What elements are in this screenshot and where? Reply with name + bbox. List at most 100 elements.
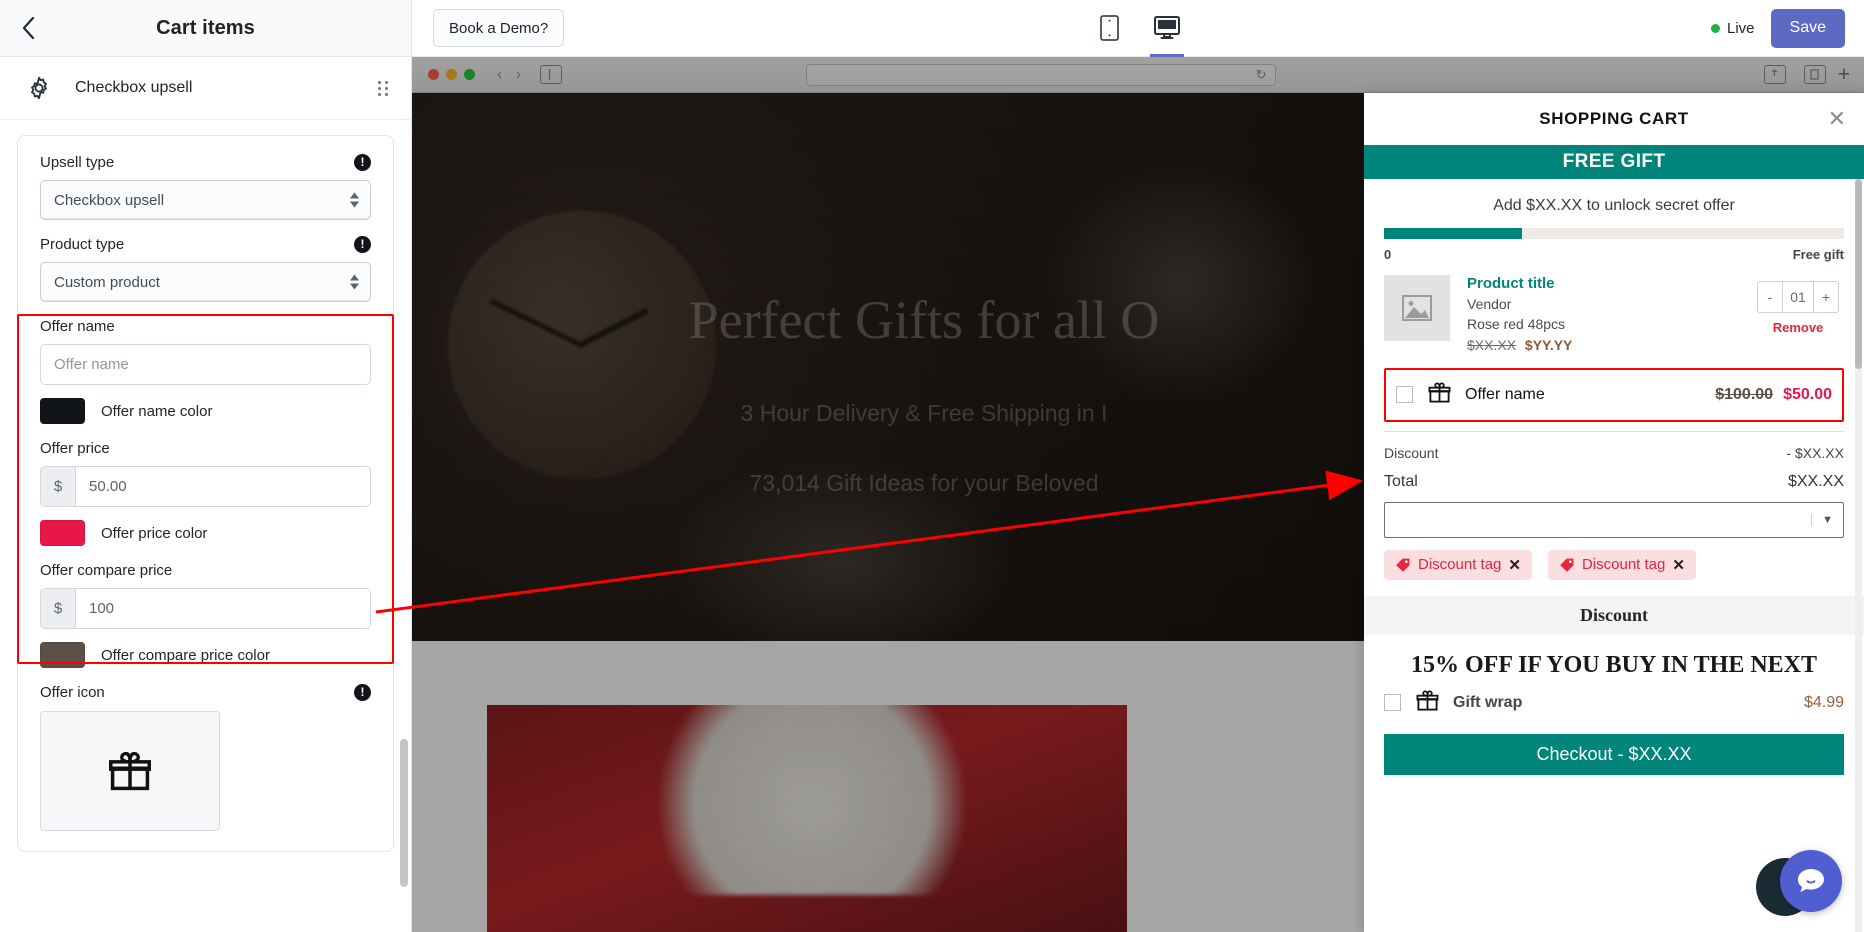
sidebar-toggle-icon[interactable]: [540, 65, 562, 84]
offer-price-input[interactable]: $ 50.00: [40, 466, 371, 507]
cart-header: SHOPPING CART ✕: [1364, 93, 1864, 145]
status-label: Live: [1727, 19, 1755, 37]
info-icon-upsell-type[interactable]: !: [354, 154, 371, 171]
product-type-select[interactable]: Custom product: [40, 262, 371, 302]
currency-prefix: $: [41, 589, 76, 628]
desktop-icon: [1154, 16, 1180, 39]
cart-title: SHOPPING CART: [1539, 109, 1689, 128]
browser-nav: ‹ ›: [497, 66, 521, 83]
close-icon[interactable]: ✕: [1828, 108, 1846, 130]
product-title[interactable]: Product title: [1467, 275, 1752, 292]
product-info: Product title Vendor Rose red 48pcs $XX.…: [1450, 275, 1752, 353]
info-icon-offer-icon[interactable]: !: [354, 684, 371, 701]
progress-fill: [1384, 228, 1522, 239]
cart-content: Add $XX.XX to unlock secret offer 0 Free…: [1364, 179, 1864, 580]
field-upsell-type: Upsell type ! Checkbox upsell: [40, 154, 371, 220]
offer-compare-price-input[interactable]: $ 100: [40, 588, 371, 629]
upsell-type-select[interactable]: Checkbox upsell: [40, 180, 371, 220]
info-icon-product-type[interactable]: !: [354, 236, 371, 253]
minimize-window-icon[interactable]: [446, 69, 457, 80]
free-gift-progress-bar: [1384, 228, 1844, 239]
product-vendor: Vendor: [1467, 296, 1512, 312]
gift-wrap-row[interactable]: Gift wrap $4.99: [1384, 679, 1844, 717]
gear-icon: [31, 76, 47, 100]
row-offer-compare-price-color: Offer compare price color: [40, 642, 371, 668]
desktop-view-button[interactable]: [1145, 0, 1189, 57]
discount-summary-row: Discount - $XX.XX: [1384, 432, 1844, 461]
upsell-type-value: Checkbox upsell: [54, 191, 165, 209]
address-bar[interactable]: ↻: [805, 63, 1276, 86]
field-label-upsell-type: Upsell type !: [40, 154, 371, 171]
book-demo-button[interactable]: Book a Demo?: [433, 9, 565, 47]
app-root: Cart items Checkbox upsell Upsell type !: [0, 0, 1864, 932]
offer-name-color-swatch[interactable]: [40, 398, 85, 424]
free-gift-banner: FREE GIFT: [1364, 145, 1864, 179]
chat-widget-button[interactable]: [1780, 850, 1842, 912]
browser-back-icon[interactable]: ‹: [497, 66, 502, 83]
tag-icon: [1560, 558, 1574, 572]
field-label-offer-name: Offer name: [40, 318, 371, 335]
offer-price-color-label: Offer price color: [101, 524, 208, 542]
discount-tag-chip[interactable]: Discount tag ✕: [1384, 549, 1532, 580]
quantity-decrease-button[interactable]: -: [1758, 282, 1782, 312]
field-label-product-type: Product type !: [40, 236, 371, 253]
quantity-increase-button[interactable]: +: [1814, 282, 1838, 312]
remove-tag-icon[interactable]: ✕: [1672, 556, 1685, 574]
currency-prefix: $: [41, 467, 76, 506]
drag-handle-icon[interactable]: [378, 80, 389, 96]
gift-wrap-checkbox[interactable]: [1384, 694, 1401, 712]
total-summary-row: Total $XX.XX: [1384, 461, 1844, 491]
new-tab-button[interactable]: +: [1834, 63, 1854, 87]
progress-start-label: 0: [1384, 247, 1392, 262]
offer-name-input[interactable]: Offer name: [40, 344, 371, 385]
page-title: Cart items: [156, 16, 255, 39]
close-window-icon[interactable]: [428, 69, 439, 80]
share-icon[interactable]: [1763, 65, 1786, 84]
row-offer-name-color: Offer name color: [40, 398, 371, 424]
cart-scrollbar[interactable]: [1855, 179, 1862, 932]
offer-price-color-swatch[interactable]: [40, 520, 85, 546]
offer-compare-price-value: 100: [89, 600, 115, 617]
maximize-window-icon[interactable]: [464, 69, 475, 80]
quantity-value[interactable]: 01: [1782, 282, 1814, 312]
status-dot-icon: [1711, 23, 1720, 33]
offer-compare-price-color-swatch[interactable]: [40, 642, 85, 668]
sidebar-scrollbar[interactable]: [400, 121, 408, 932]
browser-forward-icon[interactable]: ›: [516, 66, 521, 83]
block-row-checkbox-upsell[interactable]: Checkbox upsell: [0, 57, 411, 120]
top-toolbar: Book a Demo? Live Save: [412, 0, 1864, 57]
topbar-right-group: Live Save: [1711, 8, 1864, 48]
sidebar-scrollbar-thumb[interactable]: [400, 739, 408, 887]
upsell-checkbox[interactable]: [1396, 386, 1413, 404]
tabs-icon[interactable]: [1803, 65, 1826, 84]
offer-icon-preview[interactable]: [40, 711, 220, 831]
discount-tag-label: Discount tag: [1418, 556, 1502, 574]
settings-card: Upsell type ! Checkbox upsell Product ty…: [17, 135, 394, 852]
discount-label: Discount: [1384, 444, 1439, 461]
label-text: Upsell type: [40, 154, 115, 171]
discount-value: - $XX.XX: [1786, 444, 1844, 461]
cart-scrollbar-thumb[interactable]: [1855, 179, 1862, 369]
hero-section: Perfect Gifts for all O 3 Hour Delivery …: [412, 93, 1436, 641]
discount-section-body: 15% OFF IF YOU BUY IN THE NEXT Gift wrap…: [1364, 652, 1864, 775]
label-text: Offer price: [40, 440, 110, 457]
promo-headline: 15% OFF IF YOU BUY IN THE NEXT: [1410, 651, 1818, 678]
reload-icon[interactable]: ↻: [1256, 67, 1267, 83]
checkbox-upsell-row[interactable]: Offer name $100.00 $50.00: [1384, 367, 1844, 422]
discount-tag-list: Discount tag ✕ Discount tag ✕: [1384, 549, 1844, 580]
quantity-stepper[interactable]: - 01 +: [1757, 281, 1839, 313]
label-text: Offer icon: [40, 684, 105, 701]
save-button[interactable]: Save: [1770, 8, 1845, 48]
remove-item-link[interactable]: Remove: [1752, 320, 1844, 335]
discount-code-select[interactable]: ▼: [1384, 501, 1844, 538]
checkout-button[interactable]: Checkout - $XX.XX: [1384, 733, 1844, 775]
discount-tag-label: Discount tag: [1581, 556, 1666, 574]
sidebar-scroll-area: Upsell type ! Checkbox upsell Product ty…: [0, 121, 411, 932]
back-button[interactable]: [8, 8, 48, 48]
mobile-view-button[interactable]: [1087, 0, 1131, 57]
discount-tag-chip[interactable]: Discount tag ✕: [1547, 549, 1696, 580]
remove-tag-icon[interactable]: ✕: [1508, 556, 1521, 574]
chevron-down-icon: ▼: [1811, 513, 1833, 526]
unlock-offer-text: Add $XX.XX to unlock secret offer: [1493, 197, 1735, 214]
upsell-price: $50.00: [1783, 385, 1832, 403]
